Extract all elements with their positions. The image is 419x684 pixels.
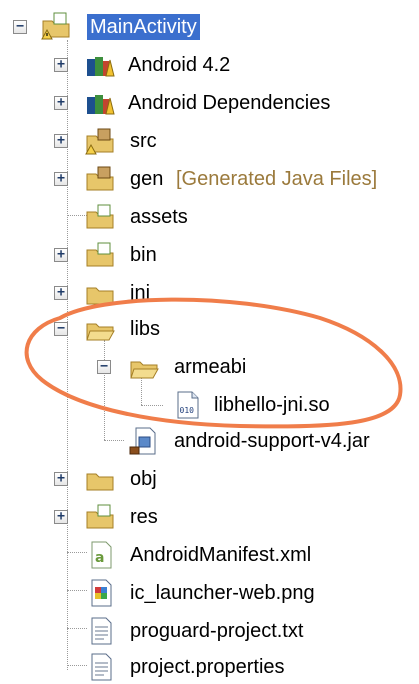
item-label: jni [130,282,151,304]
image-file-icon [91,579,112,607]
tree-item-android-support-jar[interactable]: android-support-v4.jar [0,424,419,458]
collapse-toggle[interactable]: − [97,360,111,374]
item-label: res [130,506,158,528]
collapse-toggle[interactable]: − [13,20,27,34]
tree-item-android-dependencies[interactable]: + Android Dependencies [0,86,419,120]
tree-item-proguard-project[interactable]: proguard-project.txt [0,614,419,648]
item-label: gen [130,168,164,190]
item-label: libhello-jni.so [214,394,330,416]
library-icon [87,95,115,115]
svg-text:a: a [95,550,104,566]
item-label: project.properties [130,656,285,678]
expand-toggle[interactable]: + [54,172,68,186]
open-folder-icon [86,323,115,341]
text-file-icon [91,653,112,681]
expand-toggle[interactable]: + [54,58,68,72]
expand-toggle[interactable]: + [54,472,68,486]
expand-toggle[interactable]: + [54,96,68,110]
item-label: bin [130,244,157,266]
source-folder-icon [85,128,114,155]
tree-root-row[interactable]: − MainActivity [0,10,419,44]
item-label: libs [130,318,161,340]
tree-item-obj[interactable]: + obj [0,462,419,496]
tree-item-android-42[interactable]: + Android 4.2 [0,48,419,82]
tree-item-project-properties[interactable]: project.properties [0,650,419,684]
text-file-icon [91,617,112,645]
expand-toggle[interactable]: + [54,286,68,300]
folder-icon [86,473,114,491]
item-label: src [130,130,157,152]
folder-icon [86,204,114,229]
source-folder-icon [86,166,114,191]
item-label: Android 4.2 [128,54,231,76]
tree-item-armeabi[interactable]: − armeabi [0,350,419,384]
folder-icon [86,242,114,267]
collapse-toggle[interactable]: − [54,322,68,336]
item-label: android-support-v4.jar [174,430,370,452]
item-label: armeabi [174,356,247,378]
item-label: Android Dependencies [128,92,331,114]
tree-item-android-manifest[interactable]: a AndroidManifest.xml [0,538,419,572]
tree-item-libhello-jni[interactable]: 010 libhello-jni.so [0,388,419,422]
tree-item-res[interactable]: + res [0,500,419,534]
expand-toggle[interactable]: + [54,248,68,262]
item-label: proguard-project.txt [130,620,304,642]
item-label: AndroidManifest.xml [130,544,312,566]
item-label: assets [130,206,188,228]
folder-icon [86,287,114,305]
open-folder-icon [130,361,159,379]
tree-item-src[interactable]: + src [0,124,419,158]
jar-file-icon [129,427,156,455]
manifest-file-icon: a [91,541,112,569]
expand-toggle[interactable]: + [54,134,68,148]
tree-item-ic-launcher-web[interactable]: ic_launcher-web.png [0,576,419,610]
item-label: obj [130,468,157,490]
project-name[interactable]: MainActivity [87,14,200,40]
tree-item-libs[interactable]: − libs [0,312,419,346]
tree-item-jni[interactable]: + jni [0,276,419,310]
tree-item-gen[interactable]: + gen [Generated Java Files] [0,162,419,196]
project-folder-icon [41,12,70,40]
svg-text:010: 010 [180,406,195,415]
tree-item-assets[interactable]: assets [0,200,419,234]
folder-icon [86,504,114,529]
library-icon [87,57,115,77]
generated-files-label: [Generated Java Files] [176,168,378,190]
tree-item-bin[interactable]: + bin [0,238,419,272]
expand-toggle[interactable]: + [54,510,68,524]
binary-file-icon: 010 [177,391,199,419]
item-label: ic_launcher-web.png [130,582,315,604]
